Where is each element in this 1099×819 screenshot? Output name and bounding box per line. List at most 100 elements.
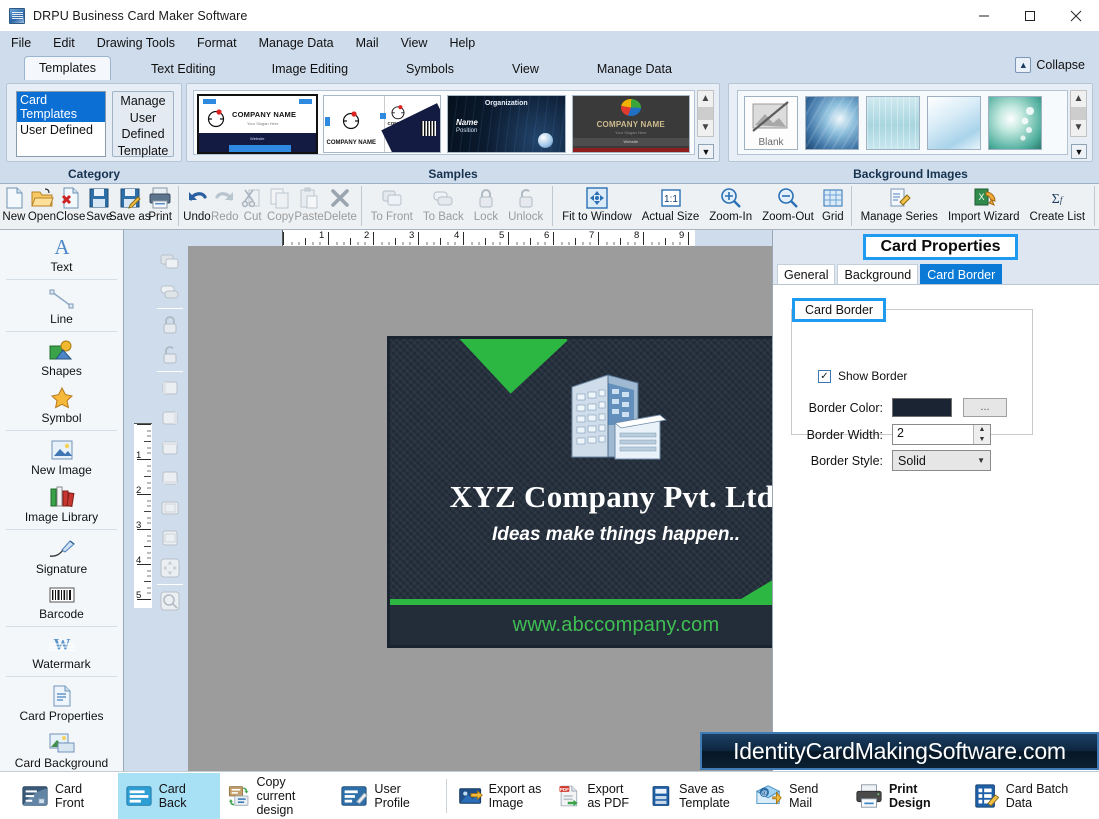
- palette-item-barcode[interactable]: Barcode: [0, 579, 123, 624]
- background-scroll-up-icon[interactable]: ▲: [1074, 91, 1084, 107]
- canvas-unlock-icon[interactable]: [155, 341, 185, 369]
- border-color-picker-button[interactable]: ...: [963, 398, 1007, 417]
- canvas-align-center-v-icon[interactable]: [155, 524, 185, 552]
- palette-item-signature[interactable]: Signature: [0, 532, 123, 579]
- border-color-swatch[interactable]: [892, 398, 952, 417]
- bottom-send-mail[interactable]: @ Send Mail: [748, 773, 848, 819]
- menu-format[interactable]: Format: [186, 34, 248, 52]
- samples-scroll-up-icon[interactable]: ▲: [701, 91, 711, 107]
- toolbar-print[interactable]: Print: [146, 184, 174, 228]
- toolbar-redo[interactable]: Redo: [211, 184, 239, 228]
- toolbar-manage-series[interactable]: Manage Series: [856, 184, 943, 228]
- bottom-card-back[interactable]: Card Back: [117, 772, 221, 819]
- background-thumb-3[interactable]: [866, 96, 920, 150]
- bottom-user-profile[interactable]: User Profile: [333, 773, 442, 819]
- card-company-name[interactable]: XYZ Company Pvt. Ltd.: [390, 479, 772, 515]
- palette-item-text[interactable]: A Text: [0, 230, 123, 277]
- toolbar-to-front[interactable]: To Front: [366, 184, 418, 228]
- design-stage[interactable]: XYZ Company Pvt. Ltd. Ideas make things …: [188, 246, 772, 771]
- tab-view[interactable]: View: [496, 58, 555, 80]
- canvas-align-top-icon[interactable]: [155, 434, 185, 462]
- close-button[interactable]: [1053, 0, 1099, 31]
- canvas-align-bottom-icon[interactable]: [155, 464, 185, 492]
- border-width-spin-up-icon[interactable]: ▲: [974, 425, 990, 435]
- palette-item-shapes[interactable]: Shapes: [0, 334, 123, 381]
- toolbar-new[interactable]: New: [0, 184, 28, 228]
- tab-text-editing[interactable]: Text Editing: [135, 58, 232, 80]
- tab-background[interactable]: Background: [837, 264, 919, 284]
- background-scroll-down-icon[interactable]: ▼: [1074, 120, 1084, 136]
- menu-file[interactable]: File: [0, 34, 42, 52]
- background-thumb-5[interactable]: [988, 96, 1042, 150]
- toolbar-save-as[interactable]: Save as: [109, 184, 151, 228]
- bottom-export-as-image[interactable]: Export as Image: [451, 773, 549, 819]
- canvas-to-back-icon[interactable]: [155, 278, 185, 306]
- border-width-spinner[interactable]: 2 ▲ ▼: [892, 424, 991, 445]
- tab-templates[interactable]: Templates: [24, 56, 111, 80]
- toolbar-zoom-in[interactable]: Zoom-In: [704, 184, 757, 228]
- menu-mail[interactable]: Mail: [345, 34, 390, 52]
- border-style-select[interactable]: Solid ▼: [892, 450, 991, 471]
- canvas-zoom-icon[interactable]: [155, 587, 185, 615]
- palette-item-card-background[interactable]: Card Background: [0, 726, 123, 773]
- menu-edit[interactable]: Edit: [42, 34, 86, 52]
- toolbar-lock[interactable]: Lock: [469, 184, 503, 228]
- canvas-align-right-icon[interactable]: [155, 404, 185, 432]
- palette-item-watermark[interactable]: W Watermark: [0, 629, 123, 674]
- category-item-card-templates[interactable]: Card Templates: [17, 92, 105, 122]
- toolbar-unlock[interactable]: Unlock: [503, 184, 548, 228]
- background-thumb-4[interactable]: [927, 96, 981, 150]
- sample-template-1[interactable]: COMPANY NAME Your Slogan Here Website: [197, 94, 318, 154]
- palette-item-line[interactable]: Line: [0, 282, 123, 329]
- sample-template-4[interactable]: COMPANY NAME Your Slogan Here Website: [571, 95, 690, 153]
- toolbar-zoom-out[interactable]: Zoom-Out: [757, 184, 819, 228]
- business-card-design[interactable]: XYZ Company Pvt. Ltd. Ideas make things …: [387, 336, 772, 648]
- toolbar-copy[interactable]: Copy: [267, 184, 295, 228]
- toolbar-fit-to-window[interactable]: Fit to Window: [557, 184, 637, 228]
- background-thumb-blank[interactable]: Blank: [744, 96, 798, 150]
- manage-user-defined-template-button[interactable]: Manage User Defined Template: [112, 91, 174, 158]
- border-width-spin-buttons[interactable]: ▲ ▼: [973, 425, 990, 444]
- bottom-save-as-template[interactable]: Save as Template: [642, 773, 748, 819]
- samples-scroll-down-icon[interactable]: ▼: [701, 120, 711, 136]
- bottom-copy-current-design[interactable]: Copy current design: [220, 773, 333, 819]
- menu-drawing-tools[interactable]: Drawing Tools: [86, 34, 186, 52]
- toolbar-actual-size[interactable]: 1:1 Actual Size: [637, 184, 705, 228]
- samples-scrollbar[interactable]: ▲ ▼: [697, 90, 714, 137]
- show-border-checkbox[interactable]: ✓: [818, 369, 831, 383]
- toolbar-paste[interactable]: Paste: [294, 184, 324, 228]
- palette-item-card-properties[interactable]: Card Properties: [0, 679, 123, 726]
- toolbar-import-wizard[interactable]: X Import Wizard: [943, 184, 1025, 228]
- menu-manage-data[interactable]: Manage Data: [248, 34, 345, 52]
- menu-view[interactable]: View: [390, 34, 439, 52]
- background-scrollbar[interactable]: ▲ ▼: [1070, 90, 1087, 137]
- toolbar-open[interactable]: Open: [28, 184, 56, 228]
- samples-scroll-thumb[interactable]: [698, 107, 713, 120]
- background-thumb-2[interactable]: [805, 96, 859, 150]
- border-width-value[interactable]: 2: [893, 425, 973, 444]
- bottom-export-as-pdf[interactable]: PDF Export as PDF: [550, 773, 643, 819]
- tab-card-border[interactable]: Card Border: [920, 264, 1003, 284]
- maximize-button[interactable]: [1007, 0, 1053, 31]
- show-border-row[interactable]: ✓ Show Border: [818, 369, 907, 383]
- toolbar-delete[interactable]: Delete: [324, 184, 357, 228]
- category-item-user-defined[interactable]: User Defined: [17, 122, 105, 138]
- minimize-button[interactable]: [961, 0, 1007, 31]
- toolbar-undo[interactable]: Undo: [183, 184, 211, 228]
- sample-template-3[interactable]: Organization Name Position: [447, 95, 566, 153]
- canvas-lock-icon[interactable]: [155, 311, 185, 339]
- canvas-align-left-icon[interactable]: [155, 374, 185, 402]
- bottom-card-batch-data[interactable]: Card Batch Data: [965, 773, 1099, 819]
- tab-manage-data[interactable]: Manage Data: [581, 58, 688, 80]
- toolbar-close[interactable]: Close: [56, 184, 85, 228]
- tab-general[interactable]: General: [777, 264, 836, 284]
- background-expand-button[interactable]: ▼: [1071, 144, 1087, 159]
- menu-help[interactable]: Help: [438, 34, 486, 52]
- palette-item-image-library[interactable]: Image Library: [0, 480, 123, 527]
- tab-image-editing[interactable]: Image Editing: [256, 58, 364, 80]
- toolbar-create-list[interactable]: Σf Create List: [1025, 184, 1091, 228]
- toolbar-to-back[interactable]: To Back: [418, 184, 469, 228]
- canvas-align-center-h-icon[interactable]: [155, 494, 185, 522]
- background-scroll-thumb[interactable]: [1071, 107, 1086, 120]
- border-width-spin-down-icon[interactable]: ▼: [974, 435, 990, 445]
